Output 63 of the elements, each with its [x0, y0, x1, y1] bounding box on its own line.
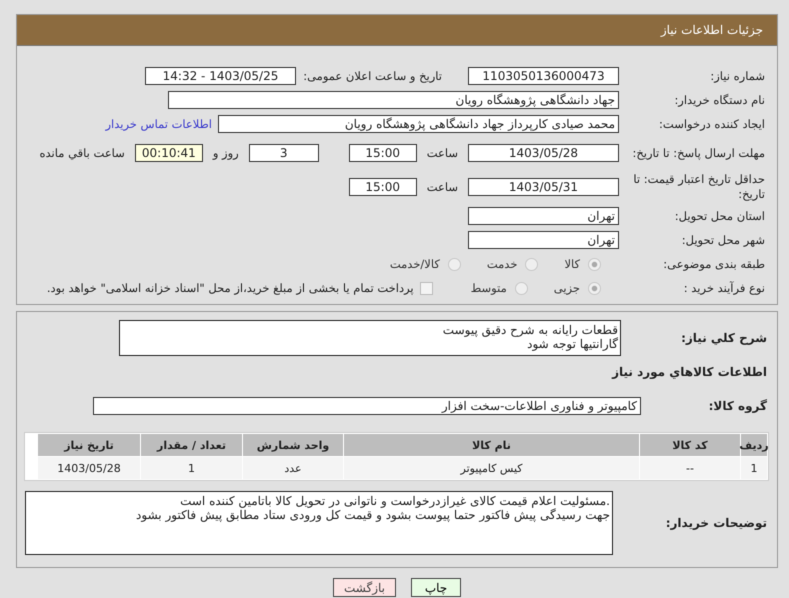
- panel-title: جزئیات اطلاعات نیاز: [660, 23, 763, 37]
- radio-label: کالا: [563, 257, 581, 271]
- need-number-field: 1103050136000473: [468, 67, 619, 85]
- column-header: رديف: [741, 434, 767, 456]
- field-label: ایجاد کننده درخواست:: [658, 116, 765, 132]
- description-line: گارانتیها توجه شود: [526, 337, 618, 351]
- table-cell: 1403/05/28: [38, 457, 140, 479]
- table-cell: --: [640, 457, 740, 479]
- field-label: شرح کلي نياز:: [680, 330, 767, 346]
- notes-line: .مسئولیت اعلام قیمت کالای غیرازدرخواست و ناتوانی در تحویل کالا باتامین کننده است: [179, 494, 610, 508]
- city-field: تهران: [468, 231, 619, 249]
- column-header: تاريخ نياز: [38, 434, 140, 456]
- radio-label: جزیی: [552, 281, 581, 295]
- days-field: 3: [248, 144, 319, 162]
- province-field: تهران: [468, 207, 619, 225]
- radio-button[interactable]: [588, 282, 601, 294]
- deadline-date-field: 1403/05/28: [468, 144, 619, 162]
- column-header: نام کالا: [344, 434, 639, 456]
- column-header: واحد شمارش: [243, 434, 343, 456]
- print-button[interactable]: چاپ: [411, 578, 461, 597]
- field-label: ساعت: [426, 180, 459, 194]
- column-header: کد کالا: [640, 434, 740, 456]
- field-label: شماره نیاز:: [709, 68, 765, 84]
- field-label: شهر محل تحویل:: [680, 232, 765, 248]
- announcement-field: 1403/05/25 - 14:32: [145, 67, 296, 85]
- field-label: نوع فرآیند خرید :: [682, 280, 765, 296]
- table-cell: 1: [741, 457, 767, 479]
- field-label: مهلت ارسال پاسخ: تا تاریخ:: [631, 146, 765, 160]
- contact-link[interactable]: اطلاعات تماس خریدار: [105, 117, 212, 131]
- notes-line: جهت رسیدگی پیش فاکتور حتما پیوست بشود و قیمت کل ورودی ستاد مطابق پیش فاکتور بشود: [135, 508, 610, 522]
- field-label: ساعت باقي مانده: [38, 146, 126, 160]
- checkbox[interactable]: [420, 282, 433, 294]
- back-button[interactable]: بازگشت: [333, 578, 396, 597]
- radio-button[interactable]: [514, 282, 528, 294]
- validity-time-field: 15:00: [348, 178, 417, 196]
- table-cell: عدد: [243, 457, 343, 479]
- deadline-time-field: 15:00: [348, 144, 417, 162]
- payment-note: پرداخت تمام یا بخشی از مبلغ خرید،از محل "اسناد خزانه اسلامی" خواهد بود.: [46, 281, 414, 295]
- buyer-org-field: جهاد دانشگاهی پژوهشگاه رویان: [168, 91, 619, 109]
- field-label: گروه کالا:: [708, 398, 767, 414]
- radio-button[interactable]: [588, 258, 601, 270]
- radio-label: متوسط: [470, 281, 508, 295]
- field-label: روز و: [211, 146, 240, 160]
- field-label: ساعت: [426, 146, 459, 160]
- table-cell: کیس کامپیوتر: [344, 457, 639, 479]
- field-label: حداقل تاریخ اعتبار قیمت: تا تاریخ:: [632, 172, 765, 202]
- radio-label: خدمت: [486, 257, 518, 271]
- radio-button[interactable]: [525, 258, 538, 270]
- radio-button[interactable]: [448, 258, 461, 270]
- requester-field: محمد صیادی کارپرداز جهاد دانشگاهی پژوهشگاه رویان: [218, 115, 619, 133]
- field-label: نام دستگاه خریدار:: [673, 92, 765, 108]
- field-label: استان محل تحویل:: [674, 208, 765, 224]
- table-cell: 1: [141, 457, 242, 479]
- goods-group-field: کامپیوتر و فناوری اطلاعات-سخت افزار: [93, 397, 641, 415]
- section-title: اطلاعات کالاهاي مورد نياز: [612, 365, 767, 379]
- remaining-time-field: 00:10:41: [134, 144, 203, 162]
- description-line: قطعات رایانه به شرح دقیق پیوست: [442, 323, 618, 337]
- field-label: تاریخ و ساعت اعلان عمومی:: [302, 69, 442, 83]
- column-header: تعداد / مقدار: [141, 434, 242, 456]
- radio-label: کالا/خدمت: [388, 257, 441, 271]
- field-label: طبقه بندی موضوعی:: [662, 256, 765, 272]
- field-label: توضیحات خریدار:: [664, 516, 767, 530]
- validity-date-field: 1403/05/31: [468, 178, 619, 196]
